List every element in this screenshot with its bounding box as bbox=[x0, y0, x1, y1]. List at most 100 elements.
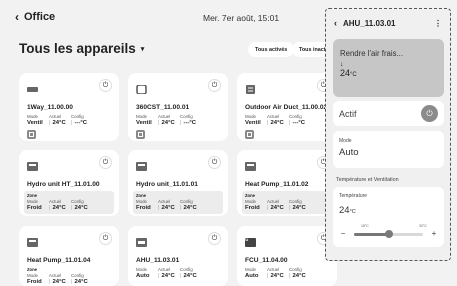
device-name: Hydro unit HT_11.01.00 bbox=[27, 181, 100, 188]
config-value: 24°C bbox=[74, 205, 88, 211]
expand-icon[interactable] bbox=[245, 130, 254, 139]
heat-pump-icon bbox=[27, 238, 38, 247]
config-value: 24°C bbox=[292, 273, 306, 279]
actual-value: 24°C bbox=[161, 120, 175, 126]
config-value: ---°C bbox=[292, 120, 306, 126]
expand-icon[interactable] bbox=[27, 130, 36, 139]
actual-value: 24°C bbox=[52, 120, 66, 126]
power-toggle[interactable]: ⏻ bbox=[421, 105, 438, 122]
actual-label: Actuel bbox=[158, 114, 171, 119]
config-value: 24°C bbox=[292, 205, 306, 211]
power-button[interactable]: ⏻ bbox=[208, 156, 221, 169]
device-name: 1Way_11.00.00 bbox=[27, 104, 73, 111]
device-card[interactable]: ⏻ Hydro unit_11.01.01 Zone Mode Actuel Con… bbox=[128, 150, 228, 216]
mode-value: Auto bbox=[245, 273, 259, 279]
config-label: Config bbox=[71, 114, 84, 119]
zone-label: Zone bbox=[245, 193, 256, 198]
actual-label: Actuel bbox=[49, 199, 62, 204]
zone-label: Zone bbox=[27, 267, 38, 272]
config-label: Config bbox=[71, 199, 84, 204]
back-button[interactable]: ‹ Office bbox=[15, 11, 55, 23]
expand-icon[interactable] bbox=[136, 130, 145, 139]
device-card[interactable]: ⏻ Heat Pump_11.01.02 Zone Mode Actuel Conf… bbox=[237, 150, 337, 216]
power-button[interactable]: ⏻ bbox=[208, 79, 221, 92]
temperature-label: Température bbox=[339, 193, 368, 199]
datetime: Mer. 7er août, 15:01 bbox=[203, 13, 280, 23]
mode-value: Froid bbox=[27, 279, 42, 285]
chevron-left-icon: ‹ bbox=[15, 10, 19, 24]
panel-back-button[interactable]: ‹ bbox=[334, 18, 337, 28]
config-value: ---°C bbox=[183, 120, 197, 126]
actual-value: 24°C bbox=[52, 279, 66, 285]
slider-knob[interactable] bbox=[384, 229, 393, 238]
zone-box: Zone Mode Actuel Config Froid | 24°C | 24°C bbox=[133, 191, 223, 214]
temperature-slider[interactable] bbox=[354, 229, 423, 238]
mode-value: Froid bbox=[136, 205, 151, 211]
config-label: Config bbox=[289, 199, 302, 204]
config-label: Config bbox=[289, 114, 302, 119]
config-label: Config bbox=[180, 114, 193, 119]
actual-label: Actuel bbox=[158, 267, 171, 272]
all-on-button[interactable]: Tous activés bbox=[248, 42, 295, 57]
hero-temperature: 24°C bbox=[340, 68, 357, 78]
minus-button[interactable]: − bbox=[338, 230, 348, 238]
device-detail-panel: ‹ AHU_11.03.01 ⋮ Rendre l'air frais... ↓… bbox=[325, 8, 451, 261]
page-title: Tous les appareils bbox=[19, 41, 136, 56]
mode-label: Mode bbox=[27, 114, 38, 119]
power-button[interactable]: ⏻ bbox=[99, 232, 112, 245]
device-name: Outdoor Air Duct_11.00.02 bbox=[245, 104, 328, 111]
temperature-slider-row: − + bbox=[338, 229, 439, 239]
mode-value: Froid bbox=[245, 205, 260, 211]
config-label: Config bbox=[180, 267, 193, 272]
device-name: Heat Pump_11.01.04 bbox=[27, 257, 91, 264]
mode-selector[interactable]: Mode Auto bbox=[333, 131, 444, 168]
mode-label: Mode bbox=[245, 199, 256, 204]
actual-label: Actuel bbox=[267, 114, 280, 119]
actual-value: 24°C bbox=[52, 205, 66, 211]
mode-label: Mode bbox=[245, 114, 256, 119]
status-hero: Rendre l'air frais... ↓ 24°C bbox=[333, 39, 444, 97]
temperature-value: 24°C bbox=[339, 205, 356, 216]
zone-box: Zone Mode Actuel Config Froid | 24°C | 24°C bbox=[24, 191, 114, 214]
panel-title: AHU_11.03.01 bbox=[343, 18, 396, 28]
hydro-unit-icon bbox=[136, 162, 147, 171]
device-card[interactable]: ⏻ 360CST_11.00.01 Mode Actuel Config Venti… bbox=[128, 73, 228, 141]
plus-button[interactable]: + bbox=[429, 230, 439, 238]
device-card[interactable]: ⏻ Hydro unit HT_11.01.00 Zone Mode Actuel… bbox=[19, 150, 119, 216]
mode-label: Mode bbox=[245, 267, 256, 272]
config-label: Config bbox=[289, 267, 302, 272]
active-toggle-row[interactable]: Actif ⏻ bbox=[333, 101, 444, 126]
device-name: Heat Pump_11.01.02 bbox=[245, 181, 309, 188]
more-options-icon[interactable]: ⋮ bbox=[434, 19, 442, 28]
device-card[interactable]: ⏻ FCU_11.04.00 Mode Actuel Config Auto | 24°… bbox=[237, 226, 337, 286]
status-text: Rendre l'air frais... bbox=[340, 49, 404, 58]
device-card[interactable]: ⏻ Heat Pump_11.01.04 Zone Mode Actuel Conf… bbox=[19, 226, 119, 286]
device-card[interactable]: ⏻ 1Way_11.00.00 Mode Actuel Config Ventil |… bbox=[19, 73, 119, 141]
temperature-card: Température 24°C 18°C 30°C − + bbox=[333, 187, 444, 247]
device-name: FCU_11.04.00 bbox=[245, 257, 288, 264]
actual-value: 24°C bbox=[270, 273, 284, 279]
ahu-icon bbox=[136, 238, 147, 247]
device-card[interactable]: ⏻ Outdoor Air Duct_11.00.02 Mode Actuel Co… bbox=[237, 73, 337, 141]
mode-value: Froid bbox=[27, 205, 42, 211]
wall-unit-icon bbox=[27, 87, 38, 92]
fcu-badge: FCU bbox=[240, 237, 249, 242]
device-name: 360CST_11.00.01 bbox=[136, 104, 190, 111]
actual-label: Actuel bbox=[158, 199, 171, 204]
device-card[interactable]: ⏻ AHU_11.03.01 Mode Actuel Config Auto | 24°… bbox=[128, 226, 228, 286]
zone-label: Zone bbox=[136, 193, 147, 198]
config-value: 24°C bbox=[183, 205, 197, 211]
device-filter-dropdown[interactable]: Tous les appareils ▾ bbox=[19, 41, 144, 56]
actual-value: 24°C bbox=[161, 273, 175, 279]
zone-box: Zone Mode Actuel Config Froid | 24°C | 24°C bbox=[242, 191, 332, 214]
power-button[interactable]: ⏻ bbox=[208, 232, 221, 245]
actual-value: 24°C bbox=[161, 205, 175, 211]
config-value: ---°C bbox=[74, 120, 88, 126]
mode-value: Ventil bbox=[245, 120, 261, 126]
power-button[interactable]: ⏻ bbox=[99, 79, 112, 92]
location-label: Office bbox=[24, 11, 56, 23]
section-title: Température et Ventilation bbox=[336, 177, 399, 183]
power-button[interactable]: ⏻ bbox=[99, 156, 112, 169]
actual-label: Actuel bbox=[267, 199, 280, 204]
mode-label: Mode bbox=[136, 114, 147, 119]
